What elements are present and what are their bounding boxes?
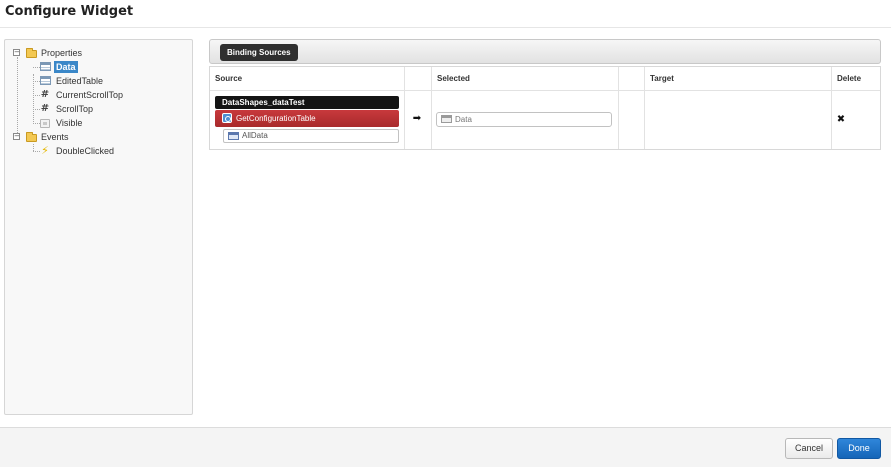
- tree-item-currentscrolltop[interactable]: # CurrentScrollTop: [40, 89, 150, 101]
- source-output-field[interactable]: AllData: [223, 129, 399, 143]
- widget-property-tree: − Properties Data EditedTable # CurrentS…: [4, 39, 193, 415]
- dialog-title: Configure Widget: [5, 4, 134, 19]
- infotable-icon: [228, 132, 239, 140]
- tree-item-editedtable[interactable]: EditedTable: [40, 75, 140, 87]
- dialog-footer: Cancel Done: [0, 427, 891, 467]
- collapse-icon[interactable]: −: [13, 49, 20, 56]
- grid-divider: [404, 67, 405, 149]
- grid-divider: [431, 67, 432, 149]
- boolean-icon: [40, 119, 50, 128]
- tree-connector: [33, 123, 40, 124]
- tree-group-properties[interactable]: − Properties: [13, 47, 133, 59]
- tree-item-scrolltop[interactable]: # ScrollTop: [40, 103, 140, 115]
- binding-grid: Source Selected Target Delete DataShapes…: [209, 66, 881, 150]
- column-header-source: Source: [215, 74, 243, 83]
- tree-item-visible[interactable]: Visible: [40, 117, 140, 129]
- collapse-icon[interactable]: −: [13, 133, 20, 140]
- tree-connector: [33, 81, 40, 82]
- binding-panel: Binding Sources Source Selected Target D…: [209, 39, 881, 151]
- tree-item-label: Data: [54, 61, 78, 73]
- tree-connector: [33, 95, 40, 96]
- tree-item-doubleclicked[interactable]: ⚡ DoubleClicked: [40, 145, 150, 157]
- selected-target-field[interactable]: Data: [436, 112, 612, 127]
- source-entity[interactable]: DataShapes_dataTest: [215, 96, 399, 109]
- tree-connector: [33, 67, 40, 68]
- done-button[interactable]: Done: [837, 438, 881, 459]
- tree-connector: [17, 57, 18, 137]
- tree-group-label: Events: [41, 132, 69, 142]
- arrow-right-icon: ➡: [412, 113, 422, 124]
- table-icon: [40, 76, 51, 85]
- grid-divider: [210, 90, 880, 91]
- delete-binding-icon[interactable]: ✖: [835, 114, 847, 126]
- folder-icon: [26, 132, 37, 142]
- hash-icon: #: [40, 103, 50, 114]
- source-output-label: AllData: [242, 131, 268, 140]
- selected-field-label: Data: [455, 115, 472, 124]
- tree-item-label: ScrollTop: [56, 104, 94, 114]
- tree-item-data[interactable]: Data: [40, 61, 140, 73]
- tree-connector: [33, 144, 34, 151]
- tree-group-events[interactable]: − Events: [13, 131, 133, 143]
- cancel-button[interactable]: Cancel: [785, 438, 833, 459]
- tree-connector: [33, 151, 40, 152]
- column-header-target: Target: [650, 74, 674, 83]
- service-icon: [222, 113, 232, 123]
- folder-icon: [26, 48, 37, 58]
- table-icon: [40, 62, 51, 71]
- source-service-label: GetConfigurationTable: [236, 114, 316, 123]
- binding-sources-tab[interactable]: Binding Sources: [220, 44, 298, 61]
- source-service[interactable]: GetConfigurationTable: [215, 110, 399, 127]
- tree-item-label: DoubleClicked: [56, 146, 115, 156]
- infotable-icon: [441, 115, 452, 123]
- grid-divider: [831, 67, 832, 149]
- hash-icon: #: [40, 89, 50, 100]
- tree-group-label: Properties: [41, 48, 83, 58]
- tree-item-label: CurrentScrollTop: [56, 90, 124, 100]
- tree-item-label: EditedTable: [56, 76, 104, 86]
- lightning-icon: ⚡: [41, 144, 49, 157]
- title-divider: [0, 27, 891, 28]
- column-header-delete: Delete: [837, 74, 862, 83]
- tree-item-label: Visible: [56, 118, 83, 128]
- tree-connector: [33, 109, 40, 110]
- binding-toolbar: Binding Sources: [209, 39, 881, 64]
- grid-divider: [644, 67, 645, 149]
- column-header-selected: Selected: [437, 74, 470, 83]
- grid-divider: [618, 67, 619, 149]
